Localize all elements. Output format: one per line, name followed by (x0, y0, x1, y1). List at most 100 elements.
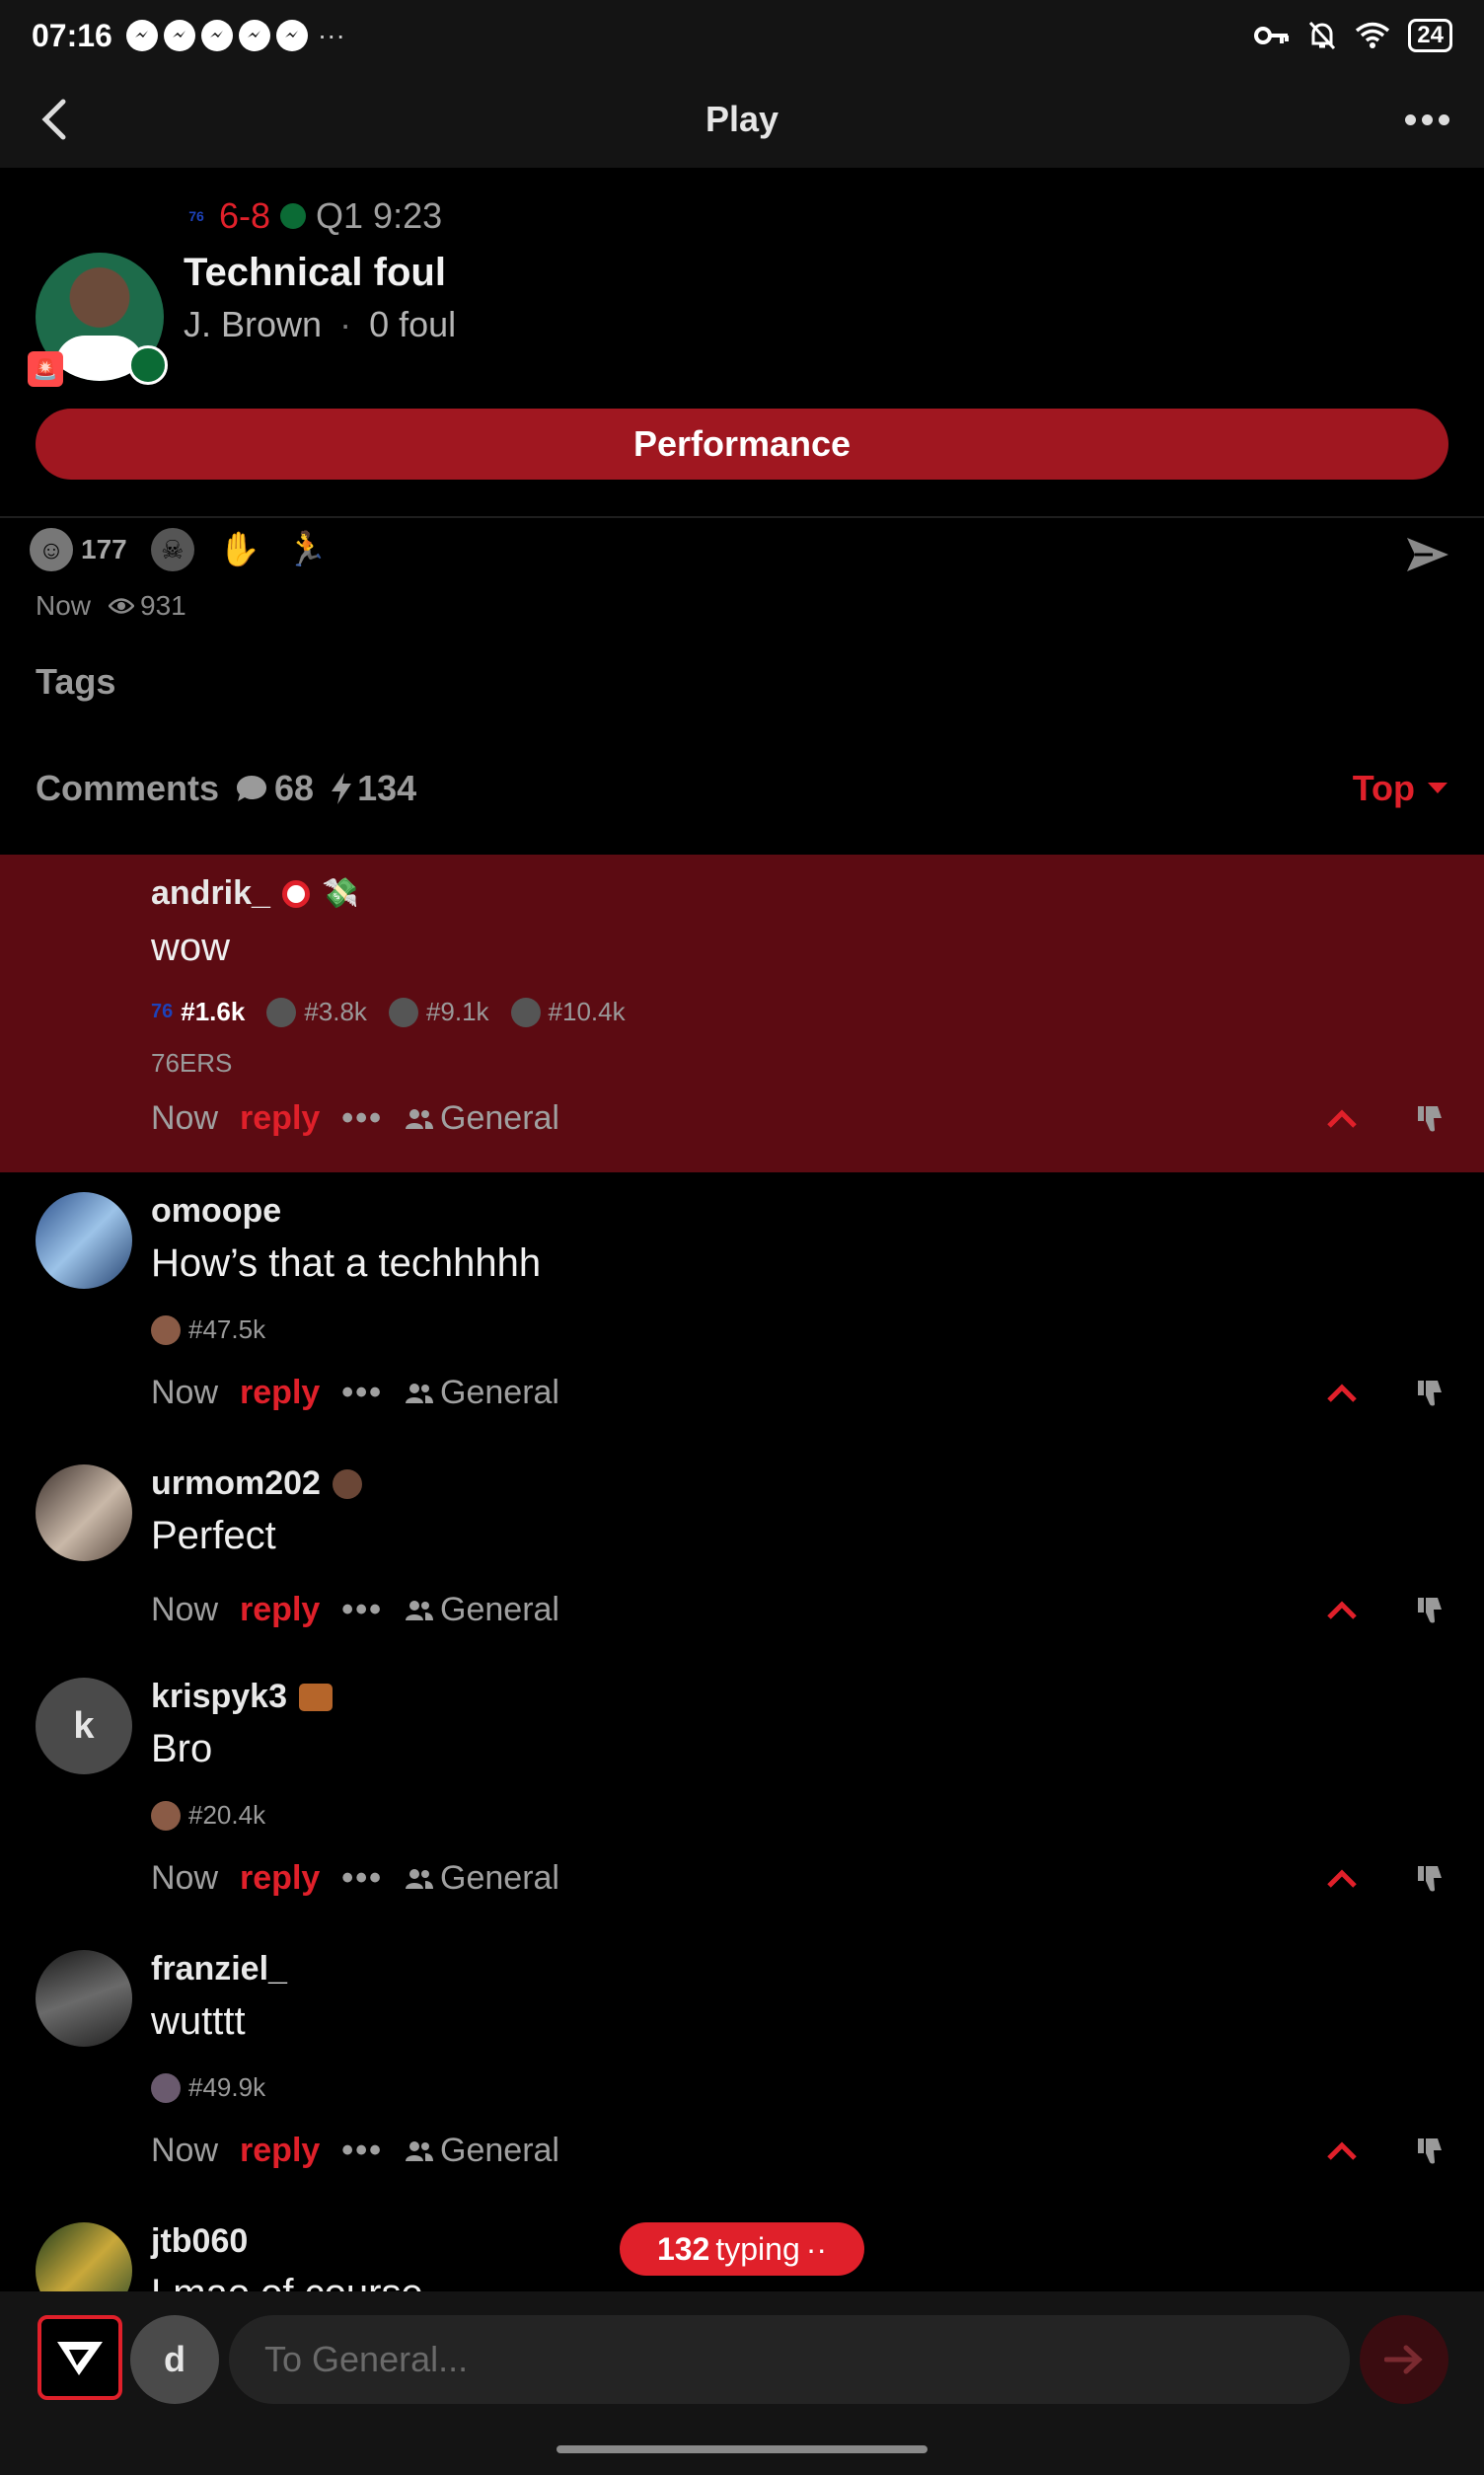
more-actions-button[interactable]: ••• (341, 1859, 383, 1898)
player-rank-icon (151, 2072, 181, 2103)
comment-username[interactable]: franziel_ (151, 1950, 287, 1988)
comment-text: wow (151, 926, 231, 969)
bolt-count: 134 (357, 768, 417, 808)
messenger-icon (238, 20, 270, 51)
reply-button[interactable]: reply (240, 1859, 320, 1898)
send-button[interactable] (1360, 2315, 1448, 2404)
upvote-button[interactable] (1322, 1859, 1362, 1899)
messenger-icon (275, 20, 308, 51)
more-notifications-icon: ··· (317, 20, 345, 50)
reaction-smile[interactable]: ☺ 177 (30, 528, 127, 571)
comment-username[interactable]: jtb060 (151, 2222, 248, 2261)
sixers-logo-icon: 76 (151, 1001, 174, 1022)
comment-item: urmom202 Perfect Now reply ••• General (0, 1453, 1484, 1666)
player-rank-icon (151, 1800, 181, 1831)
messenger-icon (200, 20, 233, 51)
play-header: 76 6-8 Q1 9:23 🚨 Technical foul J. Brown… (0, 168, 1484, 518)
thumbs-down-icon (1418, 1598, 1442, 1623)
chevron-left-icon (41, 99, 66, 140)
user-avatar[interactable]: k (36, 1678, 132, 1774)
comment-ranks: #47.5k (151, 1314, 265, 1345)
home-indicator[interactable] (556, 2445, 928, 2453)
user-avatar[interactable] (36, 1192, 132, 1289)
chevron-up-icon (1327, 1601, 1357, 1619)
typing-indicator[interactable]: 132 typing ·· (620, 2222, 864, 2276)
downvote-button[interactable] (1409, 1859, 1448, 1899)
vote-controls (1322, 1374, 1448, 1413)
chevron-up-icon (1327, 1384, 1357, 1402)
app-logo-button[interactable] (37, 2315, 122, 2400)
post-time: Now (36, 590, 92, 621)
more-actions-button[interactable]: ••• (341, 1591, 383, 1629)
share-send-icon[interactable] (1403, 530, 1452, 579)
downvote-button[interactable] (1409, 1374, 1448, 1413)
upvote-button[interactable] (1322, 1374, 1362, 1413)
more-actions-button[interactable]: ••• (341, 1099, 383, 1138)
score-line: 76 6-8 Q1 9:23 (184, 195, 442, 237)
upvote-button[interactable] (1322, 1591, 1362, 1630)
thumbs-down-icon (1418, 2138, 1442, 2164)
user-avatar[interactable] (36, 2222, 132, 2291)
downvote-button[interactable] (1409, 1099, 1448, 1139)
sort-dropdown[interactable]: Top (1353, 768, 1448, 809)
page-title: Play (705, 99, 779, 139)
siren-icon: 🚨 (28, 351, 63, 387)
runner-emoji-icon[interactable]: 🏃 (285, 528, 329, 571)
comment-text: wutttt (151, 1999, 246, 2043)
comment-username[interactable]: omoope (151, 1192, 281, 1231)
baseball-badge-icon (281, 879, 310, 908)
app-logo-icon (57, 2342, 103, 2375)
skull-emoji-icon[interactable]: ☠ (150, 528, 194, 571)
user-avatar[interactable] (36, 1950, 132, 2047)
comment-actions: Now reply ••• General (151, 2132, 559, 2170)
upvote-button[interactable] (1322, 1099, 1362, 1139)
comment-ranks: #20.4k (151, 1800, 265, 1831)
messenger-icon (125, 20, 158, 51)
play-subtitle: J. Brown · 0 foul (184, 304, 456, 345)
downvote-button[interactable] (1409, 2132, 1448, 2171)
back-button[interactable] (28, 93, 81, 146)
comment-actions: Now reply ••• General (151, 1591, 559, 1629)
reply-button[interactable]: reply (240, 2132, 320, 2170)
comment-username[interactable]: andrik_ 💸 (151, 874, 358, 913)
status-bar: 07:16 ··· 24 (0, 0, 1484, 71)
more-actions-button[interactable]: ••• (341, 1374, 383, 1412)
celtics-logo-icon (280, 203, 307, 229)
sixers-logo-icon: 76 (188, 208, 204, 224)
player-rank-icon (266, 997, 297, 1027)
comment-time: Now (151, 1099, 219, 1137)
upvote-button[interactable] (1322, 2132, 1362, 2171)
comment-item: k krispyk3 Bro #20.4k Now reply ••• Gene… (0, 1666, 1484, 1932)
user-avatar[interactable] (36, 1464, 132, 1561)
downvote-button[interactable] (1409, 1591, 1448, 1630)
comment-time: Now (151, 1859, 219, 1897)
comment-item: andrik_ 💸 wow 76 #1.6k #3.8k #9.1k #10.4k… (0, 855, 1484, 1172)
more-actions-button[interactable]: ••• (341, 2132, 383, 2170)
comments-label: Comments (36, 768, 220, 808)
middle-finger-emoji-icon[interactable]: ✋ (218, 528, 261, 571)
comment-input[interactable] (229, 2315, 1350, 2404)
comment-text: Bro (151, 1727, 213, 1770)
comment-ranks: 76 #1.6k #3.8k #9.1k #10.4k (151, 997, 626, 1027)
current-user-avatar[interactable]: d (130, 2315, 219, 2404)
celtics-badge-icon (128, 345, 168, 385)
comment-actions: Now reply ••• General (151, 1859, 559, 1898)
comments-header: Comments 68 134 (36, 768, 416, 809)
performance-button[interactable]: Performance (36, 409, 1448, 480)
users-icon (406, 1600, 434, 1620)
reply-button[interactable]: reply (240, 1374, 320, 1412)
tags-label: Tags (36, 661, 116, 702)
sort-label: Top (1352, 768, 1415, 808)
comment-ranks: #49.9k (151, 2072, 265, 2103)
team-label: 76ERS (151, 1048, 233, 1078)
more-options-button[interactable] (1397, 93, 1456, 146)
reactions-bar: ☺ 177 ☠ ✋ 🏃 (30, 528, 329, 571)
comment-item: omoope How’s that a techhhhh #47.5k Now … (0, 1180, 1484, 1447)
reply-button[interactable]: reply (240, 1099, 320, 1138)
mute-icon (1309, 21, 1336, 50)
comment-actions: Now reply ••• General (151, 1374, 559, 1412)
reply-button[interactable]: reply (240, 1591, 320, 1629)
comment-username[interactable]: urmom202 (151, 1464, 362, 1503)
foul-count: 0 foul (369, 304, 457, 344)
comment-username[interactable]: krispyk3 (151, 1678, 333, 1716)
